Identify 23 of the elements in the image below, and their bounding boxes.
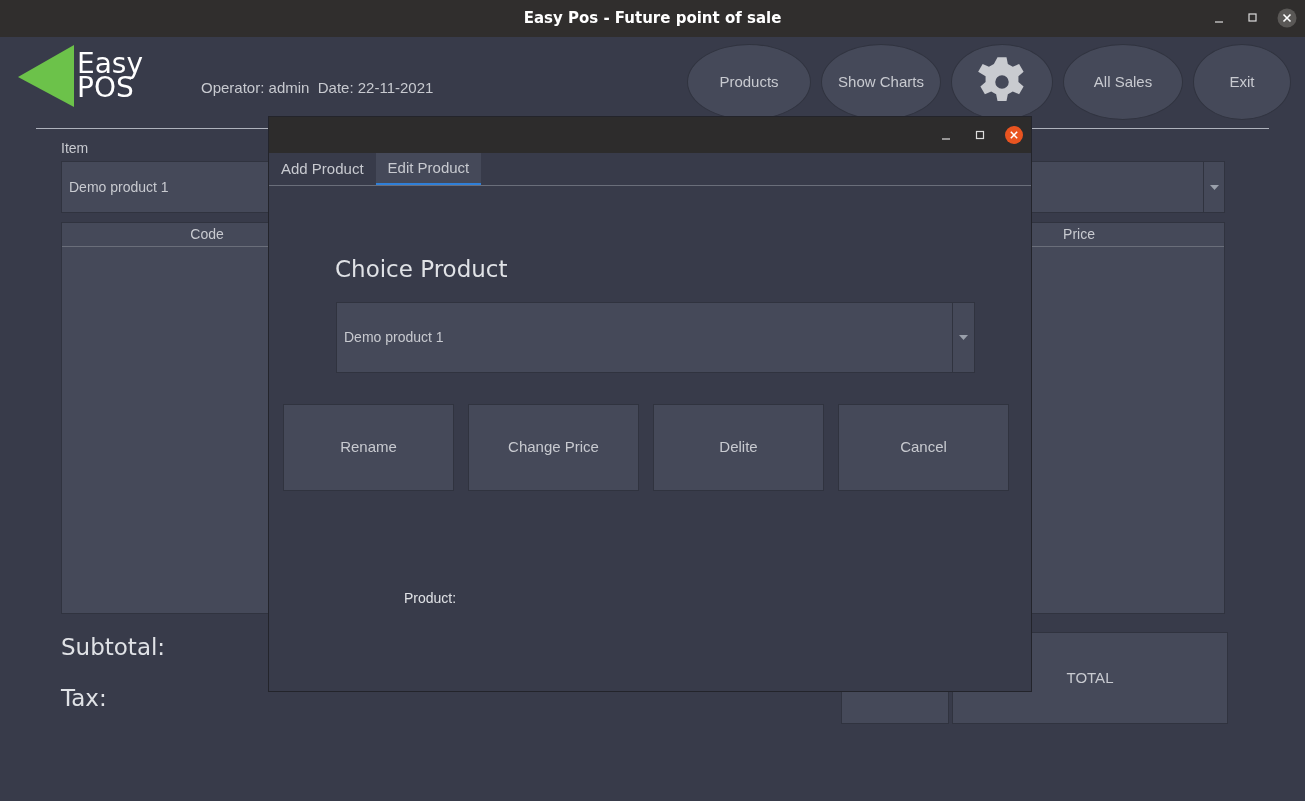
close-icon[interactable] [1277, 8, 1297, 28]
dialog-button[interactable]: Rename [283, 403, 454, 491]
item-label: Item [61, 139, 90, 158]
tab[interactable]: Edit Product [375, 153, 482, 185]
dialog-button[interactable]: Cancel [838, 403, 1009, 491]
operator-info: Operator: admin Date: 22-11-2021 [201, 78, 434, 98]
dialog-button[interactable]: Change Price [468, 403, 639, 491]
product-combo[interactable]: Demo product 1 [336, 301, 975, 373]
product-label: Product: [404, 588, 458, 608]
column-header[interactable]: Code [190, 224, 224, 245]
close-icon[interactable] [1005, 126, 1023, 144]
caret-icon [1209, 184, 1219, 190]
logo-triangle-icon [18, 45, 74, 107]
subtotal-label: Subtotal: [61, 633, 166, 662]
toolbar-button[interactable]: All Sales [1063, 44, 1183, 120]
tab[interactable]: Add Product [269, 153, 376, 185]
caret-icon [959, 334, 968, 340]
toolbar-button[interactable]: Exit [1193, 44, 1291, 120]
column-header[interactable]: Price [1063, 224, 1095, 245]
dialog-heading: Choice Product [335, 255, 509, 284]
window-title: Easy Pos - Future point of sale [523, 8, 782, 30]
dialog-button[interactable]: Delite [653, 403, 824, 491]
tax-label: Tax: [61, 683, 108, 713]
